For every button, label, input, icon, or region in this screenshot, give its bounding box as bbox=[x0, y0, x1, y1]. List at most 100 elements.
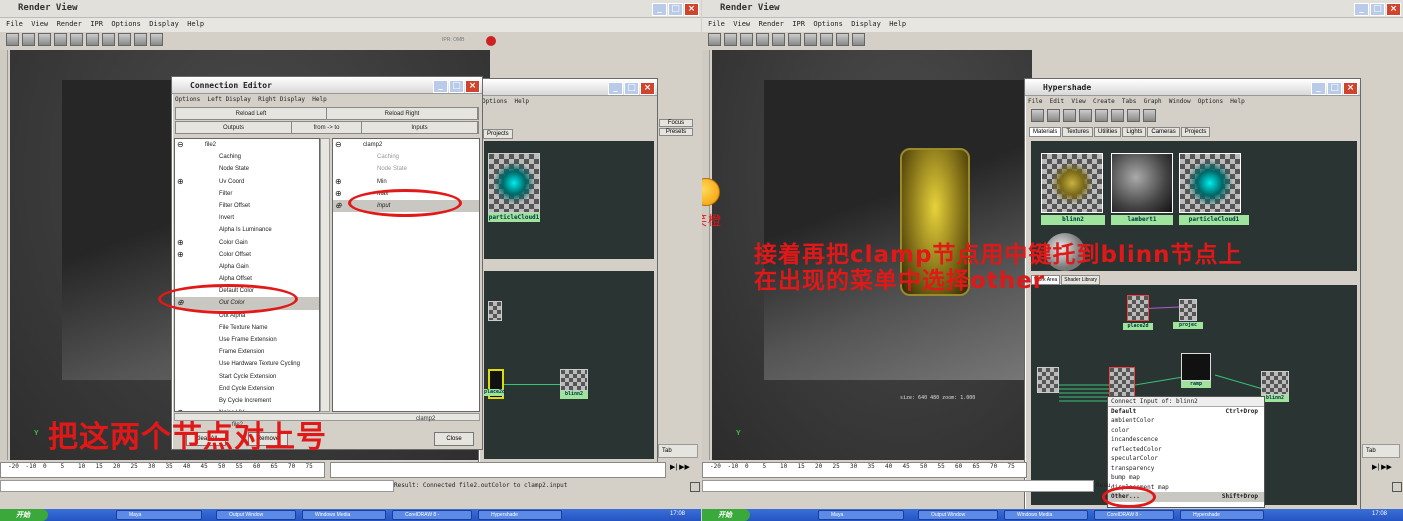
attribute-row[interactable]: Frame Extension bbox=[175, 346, 319, 358]
rgb-icon[interactable] bbox=[70, 33, 83, 46]
graph-node[interactable] bbox=[1037, 367, 1059, 393]
minimize-button[interactable]: _ bbox=[1354, 3, 1369, 16]
presets-button[interactable]: Presets bbox=[659, 128, 693, 136]
graph-node[interactable] bbox=[1127, 295, 1149, 321]
render-menubar[interactable]: File View Render IPR Options Display Hel… bbox=[0, 18, 701, 32]
maximize-button[interactable]: □ bbox=[1370, 3, 1385, 16]
bg-window-menu[interactable]: Options Help bbox=[479, 96, 657, 108]
from-to-button[interactable]: from -> to bbox=[292, 122, 362, 133]
graph-node[interactable] bbox=[1179, 299, 1197, 321]
command-line[interactable] bbox=[702, 480, 1094, 492]
particlecloud-swatch[interactable] bbox=[488, 153, 540, 213]
menu-item[interactable]: incandescence bbox=[1108, 435, 1264, 445]
maximize-button[interactable]: □ bbox=[668, 3, 683, 16]
inputs-button[interactable]: Inputs bbox=[362, 122, 478, 133]
menu-item[interactable]: specularColor bbox=[1108, 454, 1264, 464]
expand-icon[interactable]: ⊕ bbox=[177, 237, 184, 248]
maximize-button[interactable]: □ bbox=[1327, 82, 1342, 95]
expand-icon[interactable]: ⊕ bbox=[335, 188, 342, 199]
pointer-icon[interactable] bbox=[1031, 109, 1044, 122]
remove-image-icon[interactable] bbox=[836, 33, 849, 46]
menu-item[interactable]: color bbox=[1108, 426, 1264, 436]
script-editor-icon[interactable] bbox=[1392, 482, 1402, 492]
playback-icons[interactable]: ▶| ▶▶ bbox=[1372, 463, 1400, 475]
menu-item[interactable]: bump map bbox=[1108, 473, 1264, 483]
task-windows-media[interactable]: Windows Media bbox=[1004, 510, 1088, 520]
minimize-button[interactable]: _ bbox=[608, 82, 623, 95]
attribute-row[interactable]: Caching bbox=[175, 151, 319, 163]
lambert1-swatch[interactable] bbox=[1111, 153, 1173, 213]
outputs-list[interactable]: ⊖ file2 Caching Node State ⊕ Uv Coord Filter Fi… bbox=[174, 138, 320, 412]
attribute-row[interactable]: Alpha Offset bbox=[175, 273, 319, 285]
attribute-row[interactable]: Use Hardware Texture Cycling bbox=[175, 358, 319, 370]
maximize-button[interactable]: □ bbox=[624, 82, 639, 95]
ipr-render-icon[interactable] bbox=[740, 33, 753, 46]
attribute-row[interactable]: ⊕ Color Offset bbox=[175, 249, 319, 261]
attribute-row[interactable]: ⊖ file2 bbox=[175, 139, 319, 151]
attribute-row[interactable]: ⊖ clamp2 bbox=[333, 139, 479, 151]
close-dialog-button[interactable]: Close bbox=[434, 432, 474, 446]
close-button[interactable]: × bbox=[1386, 3, 1401, 16]
start-button[interactable]: 开始 bbox=[0, 509, 48, 521]
maximize-button[interactable]: □ bbox=[449, 80, 464, 93]
minimize-button[interactable]: _ bbox=[652, 3, 667, 16]
attribute-row[interactable]: Caching bbox=[333, 151, 479, 163]
outputs-button[interactable]: Outputs bbox=[176, 122, 292, 133]
minimize-button[interactable]: _ bbox=[1311, 82, 1326, 95]
attribute-row[interactable]: By Cycle Increment bbox=[175, 395, 319, 407]
snapshot-icon[interactable] bbox=[150, 33, 163, 46]
attribute-row[interactable]: Filter Offset bbox=[175, 200, 319, 212]
remove-image-icon[interactable] bbox=[134, 33, 147, 46]
back-icon[interactable] bbox=[1047, 109, 1060, 122]
menu-item[interactable]: transparency bbox=[1108, 464, 1264, 474]
refresh-icon[interactable] bbox=[54, 33, 67, 46]
tab-utilities[interactable]: Utilities bbox=[1094, 127, 1122, 137]
minimize-button[interactable]: _ bbox=[433, 80, 448, 93]
graph-icon[interactable] bbox=[1111, 109, 1124, 122]
attribute-row[interactable]: Use Frame Extension bbox=[175, 334, 319, 346]
blinn2-node[interactable] bbox=[560, 369, 588, 391]
alpha-icon[interactable] bbox=[788, 33, 801, 46]
connection-editor-menu[interactable]: Options Left Display Right Display Help bbox=[172, 94, 482, 106]
one-to-one-icon[interactable] bbox=[804, 33, 817, 46]
close-button[interactable]: × bbox=[640, 82, 655, 95]
render-menubar[interactable]: File View Render IPR Options Display Hel… bbox=[702, 18, 1403, 32]
keep-image-icon[interactable] bbox=[118, 33, 131, 46]
reload-right-button[interactable]: Reload Right bbox=[327, 108, 478, 119]
attribute-row[interactable]: Filter bbox=[175, 188, 319, 200]
command-line[interactable] bbox=[0, 480, 394, 492]
tab-button[interactable]: Tab bbox=[1362, 444, 1400, 458]
attribute-row[interactable]: ⊕ Min bbox=[333, 176, 479, 188]
blinn2-swatch[interactable] bbox=[1041, 153, 1103, 213]
task-hypershade[interactable]: Hypershade bbox=[478, 510, 562, 520]
expand-icon[interactable]: ⊕ bbox=[335, 176, 342, 187]
rgb-icon[interactable] bbox=[772, 33, 785, 46]
attribute-row[interactable]: Alpha Is Luminance bbox=[175, 224, 319, 236]
ipr-icon[interactable] bbox=[486, 36, 496, 46]
attribute-row[interactable]: End Cycle Extension bbox=[175, 383, 319, 395]
ipr-render-icon[interactable] bbox=[38, 33, 51, 46]
alpha-icon[interactable] bbox=[86, 33, 99, 46]
tool-strip[interactable] bbox=[702, 50, 710, 460]
output-graph-icon[interactable] bbox=[1143, 109, 1156, 122]
particlecloud-swatch[interactable] bbox=[1179, 153, 1241, 213]
snapshot-icon[interactable] bbox=[852, 33, 865, 46]
graph-node[interactable] bbox=[1181, 353, 1211, 381]
task-hypershade[interactable]: Hypershade bbox=[1180, 510, 1264, 520]
script-editor-icon[interactable] bbox=[690, 482, 700, 492]
expand-icon[interactable]: ⊕ bbox=[177, 176, 184, 187]
tab-lights[interactable]: Lights bbox=[1122, 127, 1147, 137]
one-to-one-icon[interactable] bbox=[102, 33, 115, 46]
task-coreldraw[interactable]: CorelDRAW 8 - bbox=[392, 510, 472, 520]
attribute-row[interactable]: Invert bbox=[175, 212, 319, 224]
blinn2-node[interactable] bbox=[1261, 371, 1289, 395]
tab-button[interactable]: Tab bbox=[658, 444, 698, 458]
attribute-row[interactable]: ⊕ Uv Coord bbox=[175, 176, 319, 188]
refresh-icon[interactable] bbox=[756, 33, 769, 46]
tab-shader-library[interactable]: Shader Library bbox=[1061, 275, 1101, 285]
task-maya[interactable]: Maya bbox=[818, 510, 904, 520]
tab-projects[interactable]: Projects bbox=[483, 129, 513, 139]
attribute-row[interactable]: Node State bbox=[333, 163, 479, 175]
forward-icon[interactable] bbox=[1063, 109, 1076, 122]
inputs-list[interactable]: ⊖ clamp2 Caching Node State ⊕ Min ⊕ Max ⊕ Input bbox=[332, 138, 480, 412]
